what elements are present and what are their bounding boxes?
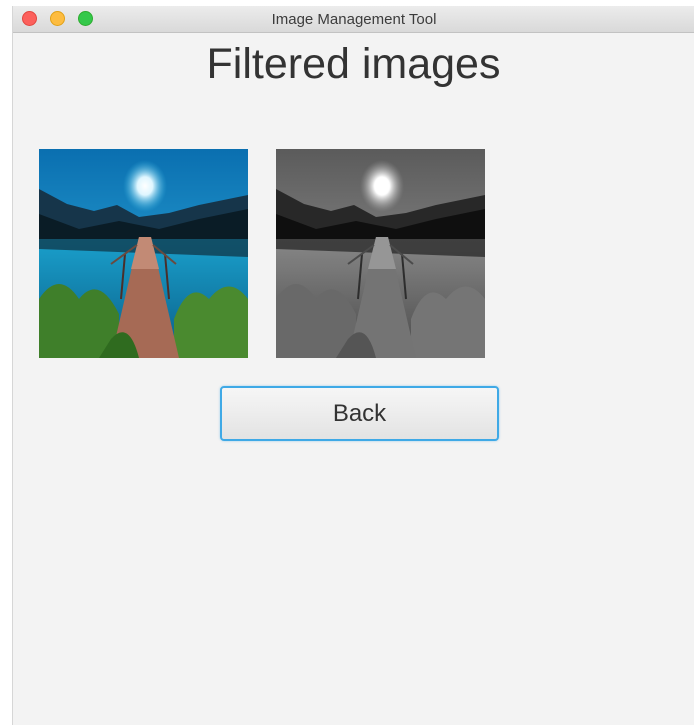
page-title: Filtered images [206,40,501,88]
app-window: Image Management Tool Filtered images Ba… [12,6,694,725]
filtered-image [276,149,485,358]
back-button[interactable]: Back [220,386,499,441]
window-title: Image Management Tool [271,11,437,28]
original-image [39,149,248,358]
title-bar[interactable]: Image Management Tool [13,6,694,33]
